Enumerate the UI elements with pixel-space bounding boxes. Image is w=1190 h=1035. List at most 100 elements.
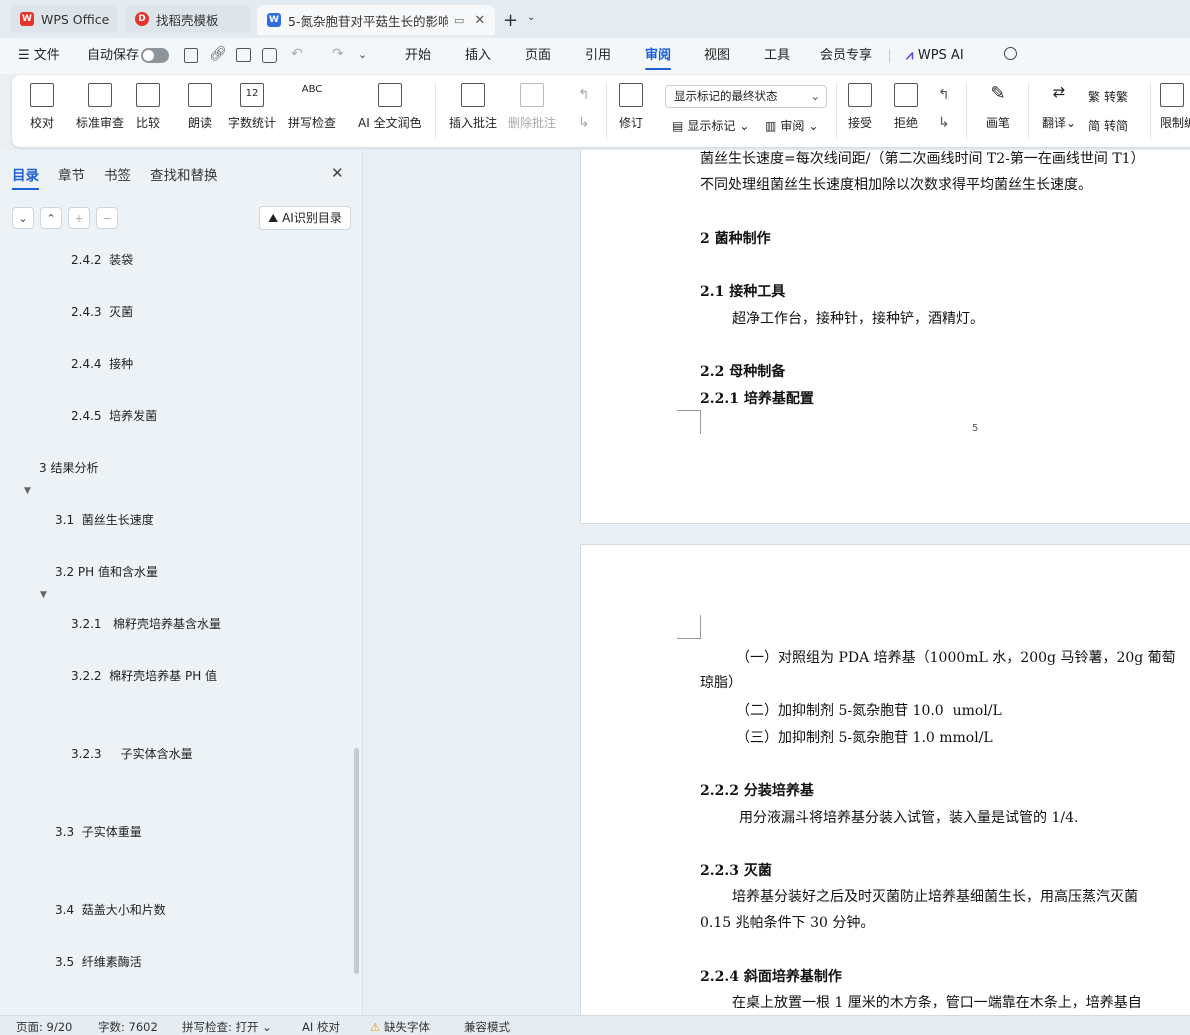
file-menu[interactable]: ☰ 文件 [18,38,60,74]
tab-template[interactable]: D 找稻壳模板 [125,5,251,33]
tab-sections[interactable]: 章节 [58,164,85,184]
proof-icon [30,83,54,107]
delete-comment-icon [520,83,544,107]
undo-icon[interactable]: ↶ [291,46,303,62]
track-changes-button[interactable]: 修订 [619,83,643,131]
tab-document[interactable]: W 5-氮杂胞苷对平菇生长的影响 ▭ ✕ [257,5,495,35]
margin-corner-line [700,410,701,434]
translate-icon: ⇄ [1052,83,1066,101]
new-tab-icon[interactable]: + [503,10,518,31]
search-icon[interactable] [1004,47,1017,60]
toc-item[interactable]: 2.4.3 灭菌 [71,303,133,320]
prev-change-icon[interactable]: ↰ [938,87,950,103]
toc-item[interactable]: 3.2.3 子实体含水量 [71,745,193,762]
collapse-down-icon[interactable]: ⌄ [12,207,34,229]
to-simplified-button[interactable]: 简转简 [1088,117,1128,134]
translate-button[interactable]: ⇄ 翻译⌄ [1042,83,1076,131]
paragraph: 0.15 兆帕条件下 30 分钟。 [700,915,875,931]
link-icon[interactable]: 🔗︎ [209,46,227,62]
menu-references[interactable]: 引用 [585,38,611,74]
pen-button[interactable]: ✎ 画笔 [986,83,1010,131]
divider [435,83,436,139]
spell-check-button[interactable]: ABC 拼写检查 [288,83,336,131]
word-count-indicator[interactable]: 字数: 7602 [98,1019,158,1035]
menu-home[interactable]: 开始 [405,38,431,74]
monitor-icon[interactable]: ▭ [454,14,464,27]
toc-item[interactable]: 3.3 子实体重量 [55,823,142,840]
menu-tools[interactable]: 工具 [764,38,790,74]
show-markup-button[interactable]: ▤ 显示标记 ⌄ [672,117,749,134]
minus-icon[interactable]: − [96,207,118,229]
print-icon[interactable] [236,48,251,62]
menu-page[interactable]: 页面 [525,38,551,74]
ai-proof-status[interactable]: AI 校对 [302,1019,340,1035]
save-icon[interactable] [184,48,198,63]
expand-triangle-icon[interactable]: ▼ [24,486,31,496]
read-aloud-button[interactable]: 朗读 [188,83,212,131]
menu-view[interactable]: 视图 [704,38,730,74]
tab-label: 5-氮杂胞苷对平菇生长的影响 [288,13,448,29]
missing-font-status[interactable]: ⚠ 缺失字体 [370,1019,430,1035]
toc-item[interactable]: 3.1 菌丝生长速度 [55,511,154,528]
markup-select[interactable]: 显示标记的最终状态 ⌄ [665,85,827,108]
ai-polish-button[interactable]: AI 全文润色 [358,83,422,131]
menu-insert[interactable]: 插入 [465,38,491,74]
document-canvas: 菌丝生长速度=每次线间距/（第二次画线时间 T2-第一在画线世间 T1） 不同处… [364,150,1190,1015]
toc-item[interactable]: 2.4.4 接种 [71,355,133,372]
tab-find-replace[interactable]: 查找和替换 [150,164,218,184]
more-chevron-icon[interactable]: ⌄ [358,48,367,61]
tab-bookmarks[interactable]: 书签 [104,164,131,184]
to-trad-label: 转繁 [1104,90,1129,104]
toc-item[interactable]: 3 结果分析 [39,459,98,476]
compat-mode-status: 兼容模式 [464,1020,510,1034]
tab-toc[interactable]: 目录 [12,164,39,190]
accept-label: 接受 [848,116,873,130]
next-change-icon[interactable]: ↳ [938,115,950,131]
toc-item[interactable]: 3.2.2 棉籽壳培养基 PH 值 [71,667,217,684]
expand-triangle-icon[interactable]: ▼ [40,590,47,600]
chevron-down-icon: ⌄ [808,118,819,133]
accept-button[interactable]: 接受 [848,83,872,131]
redo-icon[interactable]: ↷ [332,46,344,62]
tab-label: 找稻壳模板 [156,12,219,28]
prev-comment-icon[interactable]: ↰ [578,87,590,103]
toc-item[interactable]: 3.2 PH 值和含水量 [55,563,158,580]
compare-button[interactable]: 比较 [136,83,160,131]
menu-review[interactable]: 审阅 [645,38,672,74]
toc-item[interactable]: 2.4.2 装袋 [71,251,133,268]
divider [1028,83,1029,139]
close-pane-icon[interactable]: ✕ [331,164,344,182]
review-pane-button[interactable]: ▥ 审阅 ⌄ [765,117,818,134]
scrollbar-thumb[interactable] [354,748,359,974]
heading: 2.1 接种工具 [700,284,786,300]
standard-review-button[interactable]: 标准审查 [76,83,124,131]
spell-check-status[interactable]: 拼写检查: 打开 ⌄ [182,1019,272,1035]
to-traditional-button[interactable]: 繁转繁 [1088,88,1128,105]
close-tab-icon[interactable]: ✕ [474,13,485,28]
toc-item[interactable]: 3.2.1 棉籽壳培养基含水量 [71,615,221,632]
toc-item[interactable]: 3.4 菇盖大小和片数 [55,901,166,918]
autosave-toggle[interactable] [141,48,169,63]
word-count-button[interactable]: 12 字数统计 [228,83,276,131]
menu-bar: ☰ 文件 自动保存 🔗︎ ↶ ↷ ⌄ 开始 插入 页面 引用 审阅 视图 工具 … [0,38,1190,74]
delete-comment-button[interactable]: 删除批注 [508,83,556,131]
markup-select-value: 显示标记的最终状态 [674,89,778,103]
paragraph: （三）加抑制剂 5-氮杂胞苷 1.0 mmol/L [736,730,993,746]
menu-member[interactable]: 会员专享 [820,38,872,74]
wps-ai-menu[interactable]: ⩘ WPS AI [906,38,964,74]
add-icon[interactable]: + [68,207,90,229]
chevron-down-icon[interactable]: ⌄ [527,12,535,23]
restrict-edit-button[interactable]: 限制编 [1160,83,1190,131]
tab-wps-office[interactable]: W WPS Office [10,5,118,33]
ai-toc-icon: ⛰︎ [268,211,283,225]
toc-item[interactable]: 3.5 纤维素酶活 [55,953,142,970]
print-preview-icon[interactable] [262,48,277,63]
proof-button[interactable]: 校对 [30,83,54,131]
reject-button[interactable]: 拒绝 [894,83,918,131]
insert-comment-button[interactable]: 插入批注 [449,83,497,131]
collapse-up-icon[interactable]: ⌃ [40,207,62,229]
ai-toc-button[interactable]: ⛰︎ AI识别目录 [259,206,351,230]
page-indicator[interactable]: 页面: 9/20 [16,1019,72,1035]
next-comment-icon[interactable]: ↳ [578,115,590,131]
toc-item[interactable]: 2.4.5 培养发菌 [71,407,157,424]
